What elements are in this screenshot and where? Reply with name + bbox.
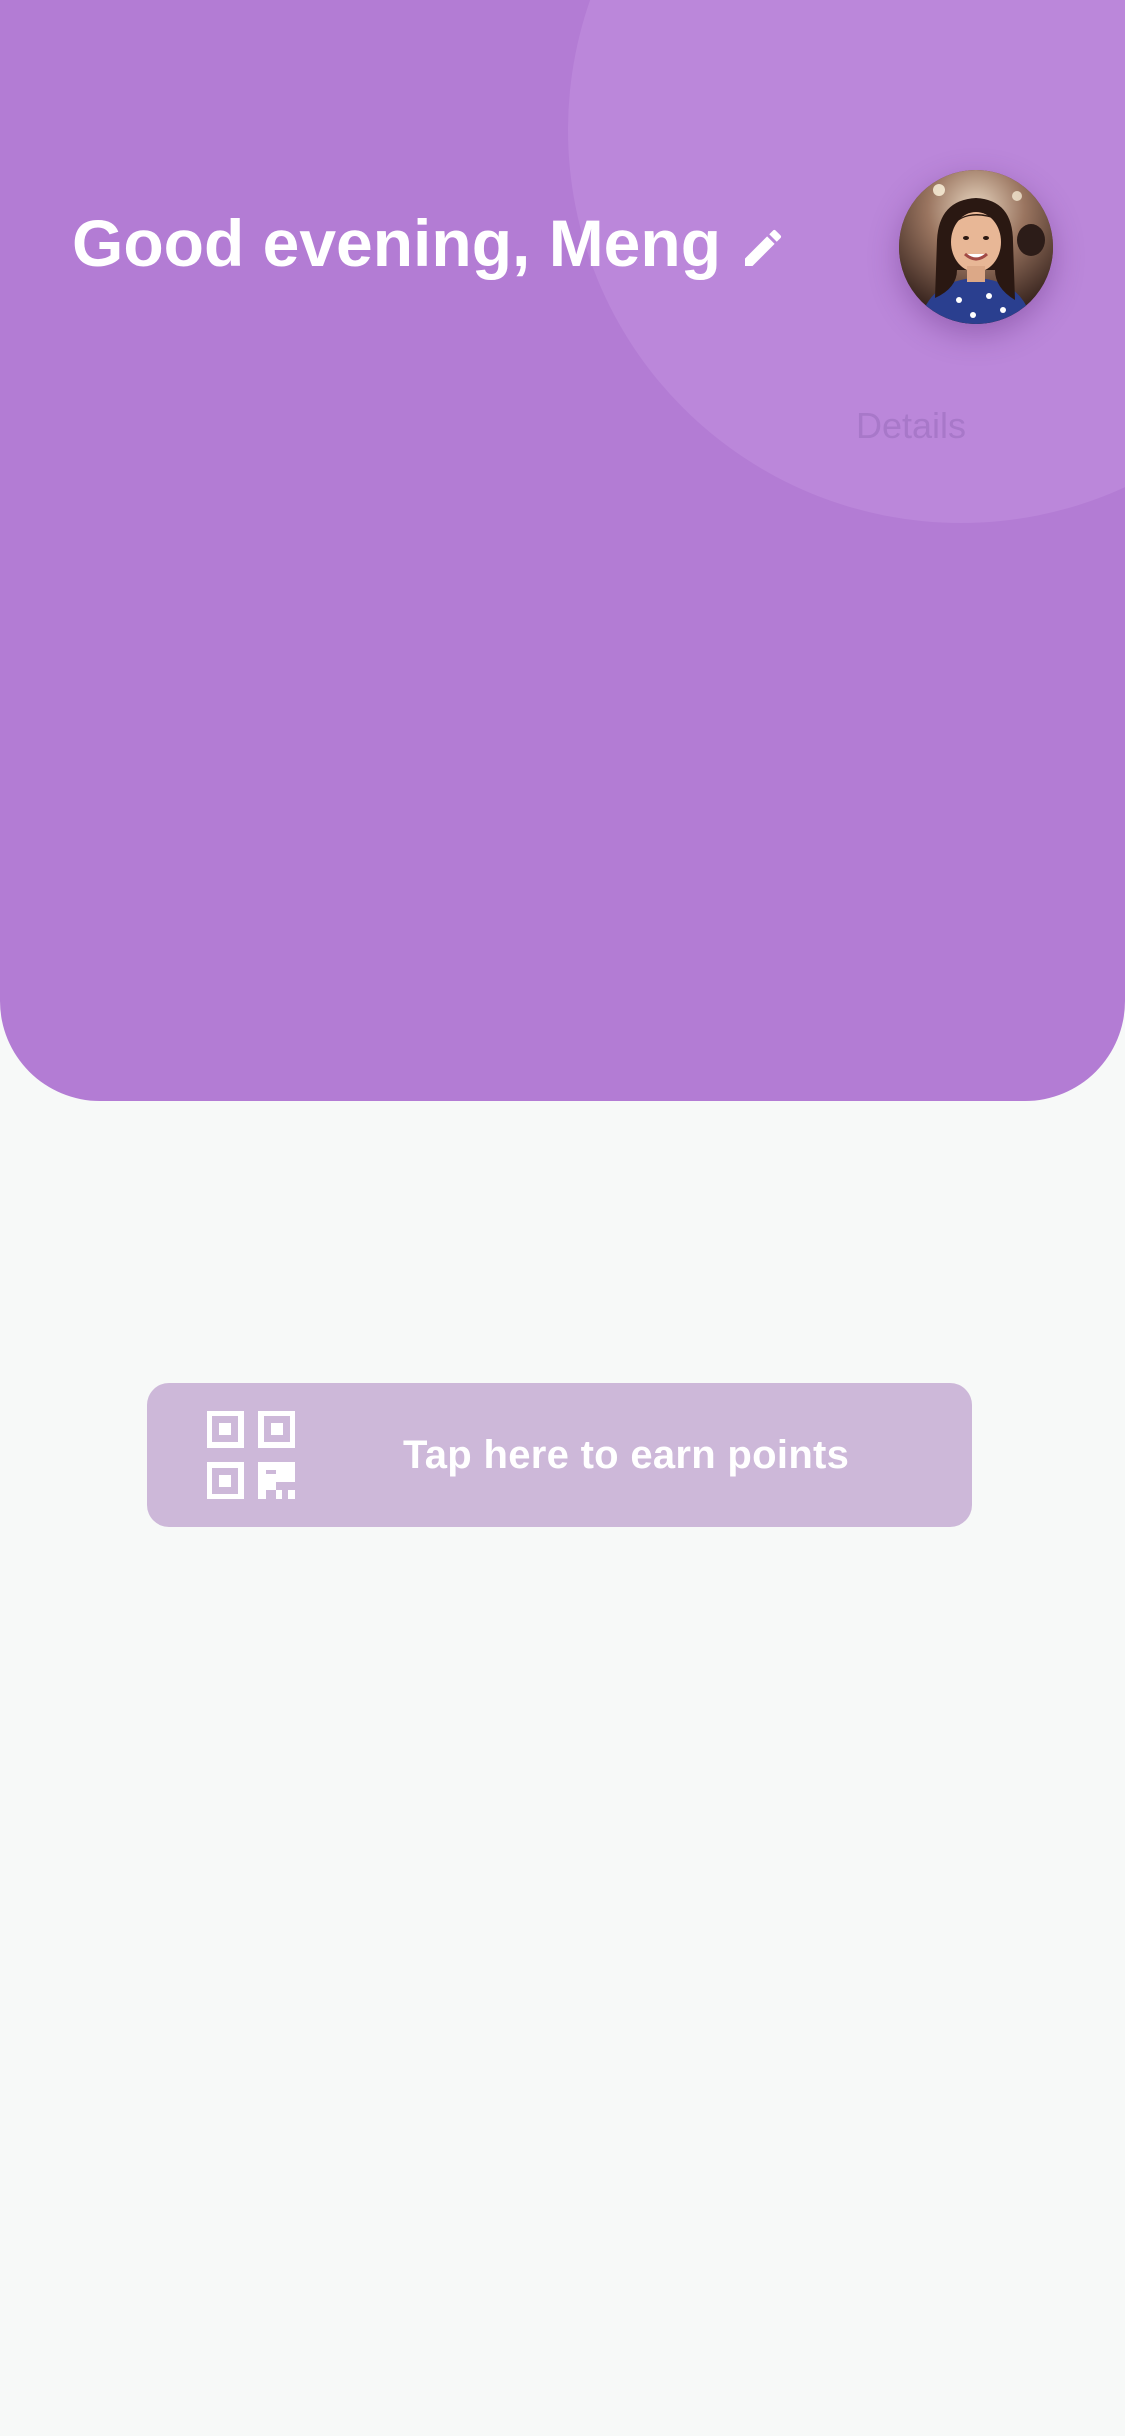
qr-code-icon xyxy=(206,1410,296,1500)
earn-points-button[interactable]: Tap here to earn points xyxy=(147,1383,972,1527)
avatar[interactable] xyxy=(899,170,1053,324)
details-link[interactable]: Details xyxy=(856,408,966,444)
earn-points-label: Tap here to earn points xyxy=(403,1432,850,1477)
home-screen: Good evening, Meng Details Tap here to e… xyxy=(0,0,1125,2436)
header-card: Good evening, Meng Details xyxy=(0,0,1125,1101)
pencil-icon[interactable] xyxy=(739,224,787,272)
greeting-text: Good evening, Meng xyxy=(72,206,722,280)
greeting-row: Good evening, Meng xyxy=(72,198,787,288)
